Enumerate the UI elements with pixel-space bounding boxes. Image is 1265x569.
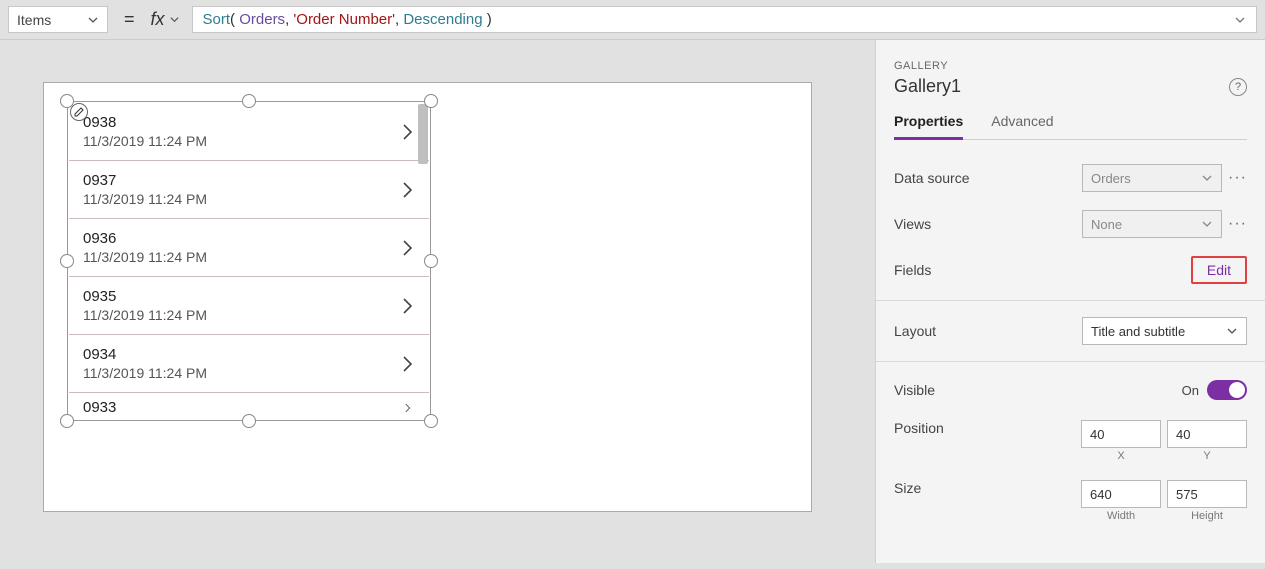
row-size: Size Width Height — [894, 472, 1247, 530]
list-item[interactable]: 0935 11/3/2019 11:24 PM — [69, 277, 429, 335]
resize-handle[interactable] — [242, 94, 256, 108]
chevron-down-icon — [87, 14, 99, 26]
divider — [876, 361, 1265, 362]
fx-text: fx — [151, 9, 165, 30]
pencil-icon[interactable] — [70, 103, 88, 121]
dropdown-data-source[interactable]: Orders — [1082, 164, 1222, 192]
input-size-height[interactable] — [1167, 480, 1247, 508]
item-subtitle: 11/3/2019 11:24 PM — [83, 133, 207, 149]
canvas[interactable]: 0938 11/3/2019 11:24 PM 0937 11/3/2019 1… — [43, 82, 812, 512]
item-subtitle: 11/3/2019 11:24 PM — [83, 365, 207, 381]
dropdown-views[interactable]: None — [1082, 210, 1222, 238]
label-visible: Visible — [894, 382, 935, 398]
item-title: 0936 — [83, 230, 207, 247]
chevron-right-icon[interactable] — [401, 179, 415, 201]
row-fields: Fields Edit — [894, 248, 1247, 292]
item-subtitle: 11/3/2019 11:24 PM — [83, 191, 207, 207]
gallery-inner: 0938 11/3/2019 11:24 PM 0937 11/3/2019 1… — [69, 103, 429, 419]
input-position-x[interactable] — [1081, 420, 1161, 448]
sublabel-height: Height — [1167, 510, 1247, 522]
row-position: Position X Y — [894, 412, 1247, 470]
resize-handle[interactable] — [60, 254, 74, 268]
sublabel-y: Y — [1167, 450, 1247, 462]
chevron-right-icon[interactable] — [401, 353, 415, 375]
label-fields: Fields — [894, 262, 931, 278]
control-type-label: GALLERY — [894, 60, 1247, 72]
input-position-y[interactable] — [1167, 420, 1247, 448]
chevron-right-icon[interactable] — [401, 295, 415, 317]
chevron-down-icon — [1201, 172, 1213, 184]
label-layout: Layout — [894, 323, 936, 339]
chevron-down-icon — [1201, 218, 1213, 230]
input-size-width[interactable] — [1081, 480, 1161, 508]
formula-text: Sort( Orders, 'Order Number', Descending… — [203, 11, 492, 28]
tab-properties[interactable]: Properties — [894, 109, 963, 140]
chevron-down-icon — [1226, 325, 1238, 337]
item-title: 0937 — [83, 172, 207, 189]
list-item[interactable]: 0938 11/3/2019 11:24 PM — [69, 103, 429, 161]
toggle-state-label: On — [1182, 383, 1199, 398]
more-icon[interactable]: ··· — [1228, 215, 1247, 233]
equals-sign: = — [120, 6, 139, 33]
item-subtitle: 11/3/2019 11:24 PM — [83, 307, 207, 323]
label-size: Size — [894, 480, 921, 496]
list-item[interactable]: 0936 11/3/2019 11:24 PM — [69, 219, 429, 277]
property-selector[interactable]: Items — [8, 6, 108, 33]
toggle-track — [1207, 380, 1247, 400]
resize-handle[interactable] — [424, 414, 438, 428]
tab-advanced[interactable]: Advanced — [991, 109, 1053, 139]
label-position: Position — [894, 420, 944, 436]
list-item[interactable]: 0937 11/3/2019 11:24 PM — [69, 161, 429, 219]
control-name[interactable]: Gallery1 — [894, 76, 961, 97]
label-data-source: Data source — [894, 170, 969, 186]
panel-tabs: Properties Advanced — [894, 109, 1247, 140]
sublabel-x: X — [1081, 450, 1161, 462]
resize-handle[interactable] — [242, 414, 256, 428]
gallery-control[interactable]: 0938 11/3/2019 11:24 PM 0937 11/3/2019 1… — [67, 101, 431, 421]
label-views: Views — [894, 216, 931, 232]
properties-panel: GALLERY Gallery1 ? Properties Advanced D… — [875, 40, 1265, 563]
main-area: 0938 11/3/2019 11:24 PM 0937 11/3/2019 1… — [0, 40, 1265, 563]
help-icon[interactable]: ? — [1229, 78, 1247, 96]
resize-handle[interactable] — [60, 414, 74, 428]
list-item[interactable]: 0934 11/3/2019 11:24 PM — [69, 335, 429, 393]
chevron-right-icon[interactable] — [401, 237, 415, 259]
chevron-right-icon[interactable] — [401, 402, 415, 414]
resize-handle[interactable] — [424, 94, 438, 108]
scrollbar-thumb[interactable] — [418, 104, 428, 164]
item-title: 0935 — [83, 288, 207, 305]
canvas-area: 0938 11/3/2019 11:24 PM 0937 11/3/2019 1… — [0, 40, 875, 563]
sublabel-width: Width — [1081, 510, 1161, 522]
row-visible: Visible On — [894, 370, 1247, 410]
formula-bar: Items = fx Sort( Orders, 'Order Number',… — [0, 0, 1265, 40]
row-data-source: Data source Orders ··· — [894, 156, 1247, 200]
item-title: 0938 — [83, 114, 207, 131]
fx-label[interactable]: fx — [151, 6, 180, 33]
row-views: Views None ··· — [894, 202, 1247, 246]
row-layout: Layout Title and subtitle — [894, 309, 1247, 353]
divider — [876, 300, 1265, 301]
item-title: 0934 — [83, 346, 207, 363]
edit-fields-button[interactable]: Edit — [1191, 256, 1247, 284]
formula-input[interactable]: Sort( Orders, 'Order Number', Descending… — [192, 6, 1257, 33]
item-title: 0933 — [83, 399, 116, 416]
chevron-down-icon[interactable] — [1234, 14, 1246, 26]
toggle-thumb — [1229, 382, 1245, 398]
item-subtitle: 11/3/2019 11:24 PM — [83, 249, 207, 265]
toggle-visible[interactable]: On — [1182, 380, 1247, 400]
chevron-down-icon — [169, 14, 180, 25]
dropdown-layout[interactable]: Title and subtitle — [1082, 317, 1247, 345]
more-icon[interactable]: ··· — [1228, 169, 1247, 187]
property-selector-label: Items — [17, 12, 51, 28]
resize-handle[interactable] — [424, 254, 438, 268]
chevron-right-icon[interactable] — [401, 121, 415, 143]
